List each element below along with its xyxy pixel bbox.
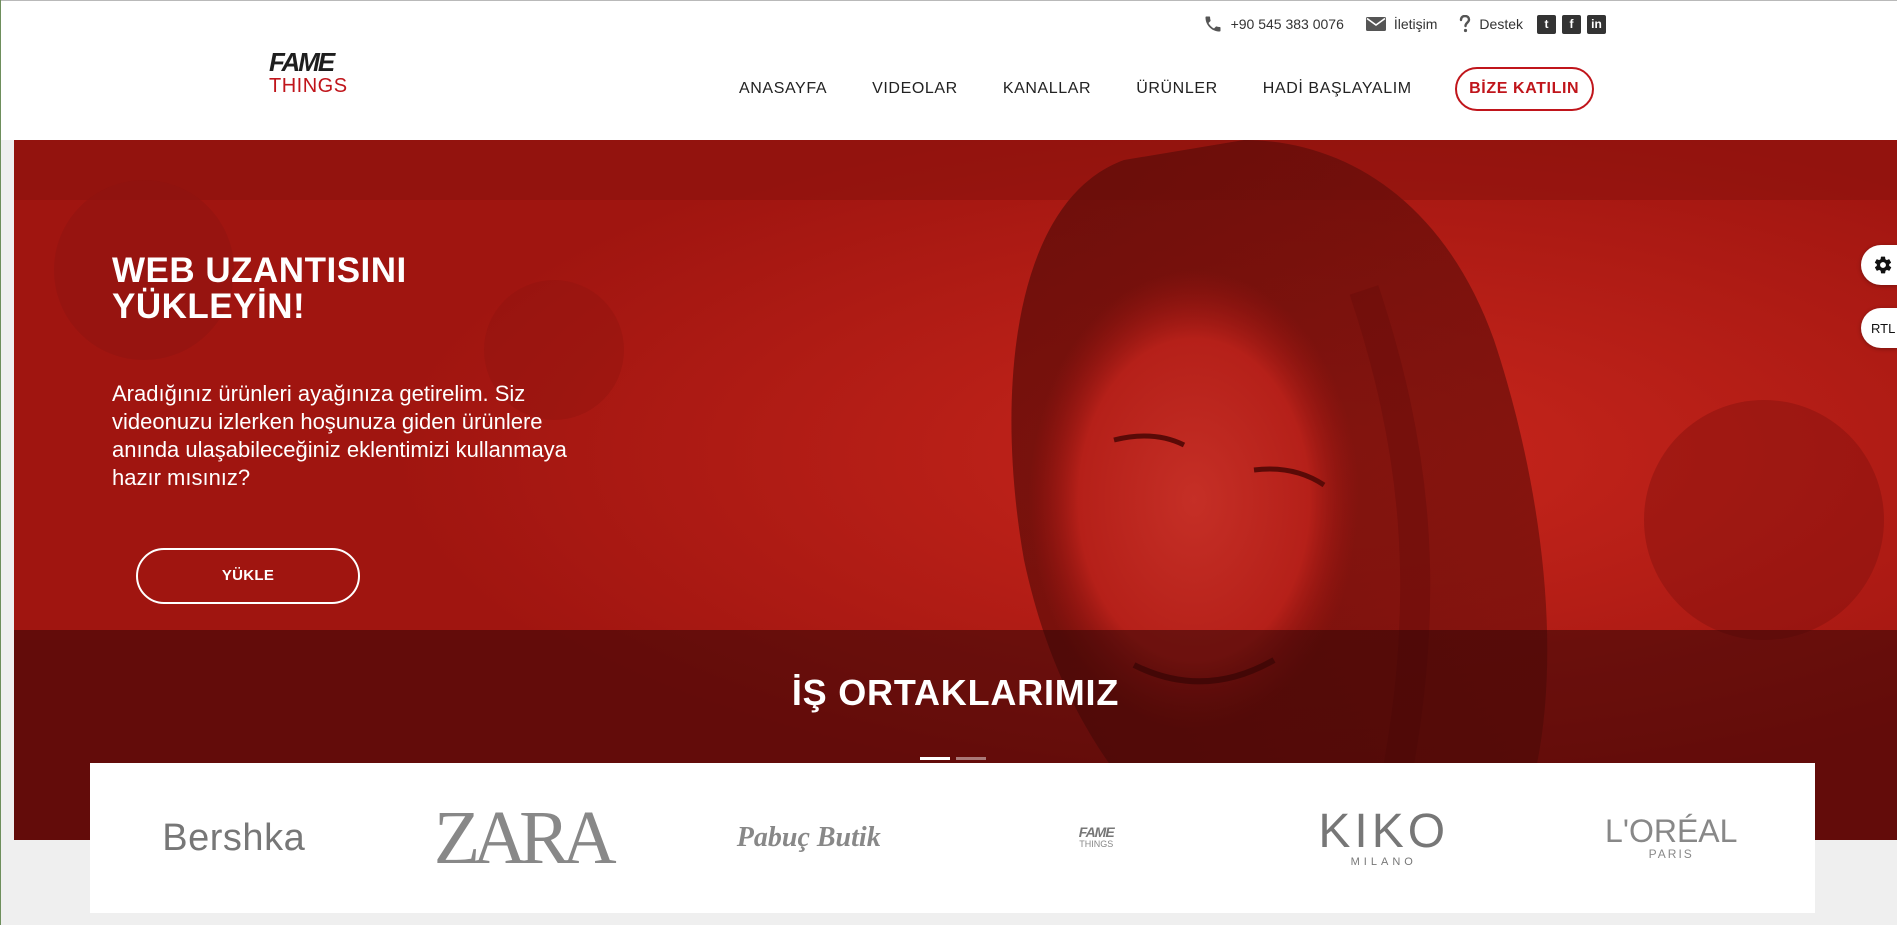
partner-logo-kiko[interactable]: KIKO MILANO xyxy=(1284,788,1484,888)
twitter-icon[interactable]: t xyxy=(1537,14,1556,34)
hero-banner: WEB UZANTISINI YÜKLEYİN! Aradığınız ürün… xyxy=(14,140,1897,840)
logo-things-text: THINGS xyxy=(269,75,348,97)
settings-toggle[interactable] xyxy=(1861,245,1897,285)
phone-link[interactable]: +90 545 383 0076 xyxy=(1203,14,1344,34)
linkedin-icon[interactable]: in xyxy=(1587,14,1606,34)
nav-item-home[interactable]: ANASAYFA xyxy=(739,67,827,111)
rtl-toggle[interactable]: RTL xyxy=(1861,308,1897,348)
nav-item-channels[interactable]: KANALLAR xyxy=(1003,67,1091,111)
facebook-icon[interactable]: f xyxy=(1562,14,1581,34)
envelope-icon xyxy=(1365,17,1386,31)
bershka-logo-text: Bershka xyxy=(162,816,306,859)
phone-icon xyxy=(1205,16,1221,32)
partners-title: İŞ ORTAKLARIMIZ xyxy=(791,672,1120,713)
join-us-button[interactable]: BİZE KATILIN xyxy=(1454,67,1594,111)
social-links: t f in xyxy=(1537,14,1606,34)
nav-item-products[interactable]: ÜRÜNLER xyxy=(1136,67,1218,111)
partner-logo-loreal[interactable]: L'ORÉAL PARIS xyxy=(1571,788,1771,888)
contact-link[interactable]: İletişim xyxy=(1365,16,1438,32)
phone-number: +90 545 383 0076 xyxy=(1230,16,1344,32)
hero-title: WEB UZANTISINI YÜKLEYİN! xyxy=(112,251,407,326)
pabuc-logo-text: Pabuç Butik xyxy=(736,822,881,853)
partner-logo-zara[interactable]: ZARA xyxy=(421,788,621,888)
nav-item-get-started[interactable]: HADİ BAŞLAYALIM xyxy=(1263,67,1412,111)
install-button[interactable]: YÜKLE xyxy=(136,548,360,604)
nav-item-videos[interactable]: VIDEOLAR xyxy=(872,67,958,111)
partner-logo-bershka[interactable]: Bershka xyxy=(134,788,334,888)
support-link[interactable]: Destek xyxy=(1459,15,1523,33)
question-icon xyxy=(1460,15,1471,33)
zara-logo-text: ZARA xyxy=(433,796,617,880)
slider-dot[interactable] xyxy=(956,757,986,760)
loreal-logo-text: L'ORÉAL xyxy=(1605,813,1738,849)
slider-dot[interactable] xyxy=(920,757,950,760)
fame-small-top: FAME xyxy=(1078,824,1115,840)
partner-logo-fame-things[interactable]: FAME THINGS xyxy=(996,788,1196,888)
kiko-logo-text: KIKO xyxy=(1318,805,1450,858)
gear-icon xyxy=(1874,256,1892,274)
fame-small-bottom: THINGS xyxy=(1079,839,1114,849)
logo-fame-text: FAME xyxy=(269,47,335,77)
hero-description: Aradığınız ürünleri ayağınıza getirelim.… xyxy=(112,381,567,490)
loreal-paris-text: PARIS xyxy=(1648,847,1694,861)
partners-logos: Bershka ZARA Pabuç Butik FAME THINGS KIK… xyxy=(90,763,1815,913)
slider-dots xyxy=(920,757,986,760)
site-logo[interactable]: FAME THINGS xyxy=(269,49,349,101)
site-header: FAME THINGS +90 545 383 0076 İletişim De… xyxy=(1,1,1897,140)
support-label: Destek xyxy=(1479,16,1523,32)
partner-logo-pabuc-butik[interactable]: Pabuç Butik xyxy=(709,788,909,888)
contact-label: İletişim xyxy=(1393,16,1438,32)
top-contact-bar: +90 545 383 0076 İletişim Destek t f in xyxy=(1203,13,1606,35)
main-nav: ANASAYFA VIDEOLAR KANALLAR ÜRÜNLER HADİ … xyxy=(739,67,1594,111)
